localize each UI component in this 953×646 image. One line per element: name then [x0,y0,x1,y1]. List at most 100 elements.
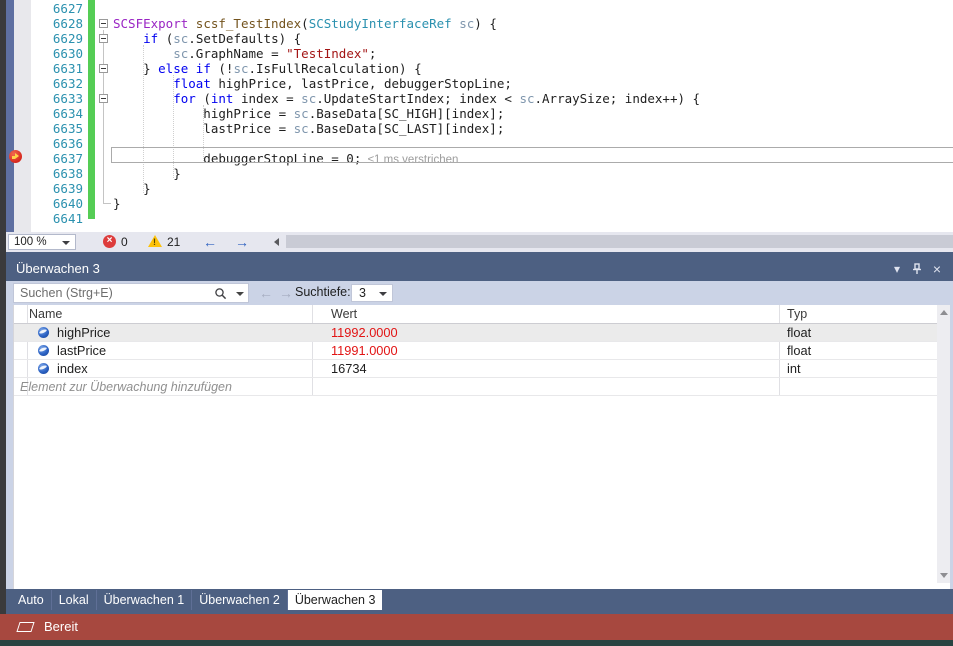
code-token [113,91,173,106]
watch-grid-area: Name Wert Typ highPrice 11992.0000 float la… [6,305,953,589]
code-token: ( [196,91,211,106]
tool-window-tab-band: AutoLokalÜberwachen 1Überwachen 2Überwac… [6,589,953,614]
code-token: .GraphName = [188,46,286,61]
code-line[interactable]: sc.GraphName = "TestIndex"; [113,46,376,61]
code-token: index = [233,91,301,106]
vertical-scrollbar[interactable] [937,305,950,583]
breakpoint-hit-icon[interactable] [9,150,22,163]
code-line[interactable]: } [113,196,121,211]
code-line[interactable]: lastPrice = sc.BaseData[SC_LAST][index]; [113,121,504,136]
code-token: sc [173,31,188,46]
search-depth-value: 3 [359,286,366,300]
watch-grid[interactable]: Name Wert Typ highPrice 11992.0000 float la… [13,305,937,589]
tab-überwachen-2[interactable]: Überwachen 2 [192,590,288,610]
code-line[interactable]: highPrice = sc.BaseData[SC_HIGH][index]; [113,106,504,121]
navigate-forward-icon[interactable]: → [235,232,249,252]
chevron-down-icon [62,241,70,245]
error-icon[interactable]: × [103,235,116,248]
break-mode-icon [16,622,34,632]
line-number: 6638 [31,166,83,181]
code-line[interactable]: if (sc.SetDefaults) { [113,31,301,46]
code-line[interactable]: for (int index = sc.UpdateStartIndex; in… [113,91,700,106]
watch-value[interactable]: 11992.0000 [331,324,398,342]
watch-name[interactable]: index [57,360,88,378]
search-options-chevron-icon[interactable] [236,292,244,296]
watch-row[interactable]: highPrice 11992.0000 float [14,324,938,342]
code-token [188,61,196,76]
code-token: } [113,196,121,211]
watch-type: float [787,324,811,342]
code-line[interactable]: SCSFExport scsf_TestIndex(SCStudyInterfa… [113,16,497,31]
line-number: 6639 [31,181,83,196]
code-token: .BaseData[SC_HIGH][index]; [309,106,505,121]
outline-collapse-icon[interactable] [99,64,108,73]
code-token: sc [294,106,309,121]
code-line[interactable]: } else if (!sc.IsFullRecalculation) { [113,61,422,76]
tab-lokal[interactable]: Lokal [52,590,97,610]
line-number: 6632 [31,76,83,91]
line-number: 6628 [31,16,83,31]
window-position-menu-icon[interactable]: ▾ [889,257,905,281]
code-line[interactable]: } [113,181,151,196]
pin-icon[interactable] [909,257,925,281]
column-header-typ[interactable]: Typ [787,305,807,324]
warning-count: 21 [167,234,180,250]
scroll-up-icon[interactable] [940,310,948,315]
search-input[interactable]: Suchen (Strg+E) [13,283,249,303]
watch-value[interactable]: 11991.0000 [331,342,398,360]
line-number: 6641 [31,211,83,226]
line-number: 6636 [31,136,83,151]
warning-icon[interactable]: ! [148,235,162,247]
watch-panel-title: Überwachen 3 [16,261,100,276]
navigate-back-icon[interactable]: ← [203,232,217,252]
code-token: for [173,91,196,106]
tab-auto[interactable]: Auto [11,590,52,610]
line-number: 6635 [31,121,83,136]
watch-panel-titlebar[interactable]: Überwachen 3 ▾ × [6,257,953,281]
panel-left-margin [6,305,13,589]
watch-row[interactable]: index16734int [14,360,938,378]
error-count: 0 [121,234,128,250]
code-token: sc [294,121,309,136]
editor-status-strip: 100 % × 0 ! 21 ← → [6,232,953,252]
close-icon[interactable]: × [929,257,945,281]
scroll-down-icon[interactable] [940,573,948,578]
code-token: highPrice = [113,106,294,121]
tab-überwachen-3[interactable]: Überwachen 3 [288,590,383,610]
code-token: } [113,166,181,181]
hscroll-thumb[interactable] [286,235,953,248]
line-number: 6640 [31,196,83,211]
watch-name[interactable]: highPrice [57,324,110,342]
status-bar: Bereit [0,614,953,640]
watch-name[interactable]: lastPrice [57,342,106,360]
status-text: Bereit [44,614,78,640]
tab-überwachen-1[interactable]: Überwachen 1 [97,590,193,610]
code-token: "TestIndex" [286,46,369,61]
zoom-level-dropdown[interactable]: 100 % [8,234,76,250]
outline-collapse-icon[interactable] [99,94,108,103]
watch-row[interactable]: lastPrice11991.0000float [14,342,938,360]
add-watch-row[interactable]: Element zur Überwachung hinzufügen [14,378,938,396]
line-number: 6627 [31,1,83,16]
hscroll-left-arrow[interactable] [274,238,279,246]
code-token: SCSFExport [113,16,188,31]
code-line[interactable]: float highPrice, lastPrice, debuggerStop… [113,76,512,91]
search-depth-dropdown[interactable]: 3 [351,284,393,302]
code-editor[interactable]: 66276628 SCSFExport scsf_TestIndex(SCStud… [6,0,953,232]
watch-value[interactable]: 16734 [331,360,367,378]
code-token: .SetDefaults) { [188,31,301,46]
code-token: (! [211,61,234,76]
variable-icon [38,363,49,374]
code-line[interactable]: } [113,166,181,181]
column-header-name[interactable]: Name [29,305,62,324]
search-back-icon[interactable]: ← [259,283,273,303]
outline-collapse-icon[interactable] [99,19,108,28]
line-number: 6629 [31,31,83,46]
outline-collapse-icon[interactable] [99,34,108,43]
outline-guide-line [103,30,104,203]
search-forward-icon[interactable]: → [279,283,293,303]
code-token: highPrice, lastPrice, debuggerStopLine; [211,76,512,91]
line-number: 6633 [31,91,83,106]
column-header-wert[interactable]: Wert [331,305,357,324]
indicator-margin[interactable] [14,0,31,232]
